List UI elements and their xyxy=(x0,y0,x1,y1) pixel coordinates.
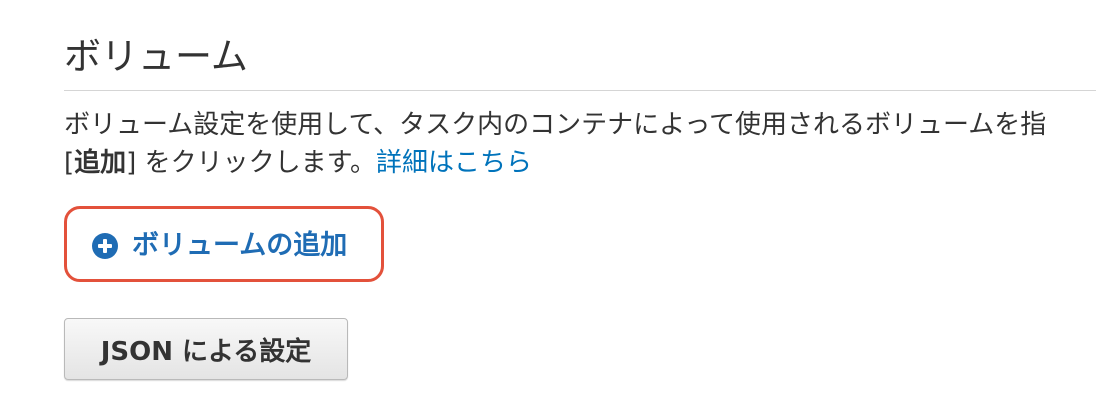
section-title: ボリューム xyxy=(64,35,248,78)
description-line-2: [追加] をクリックします。詳細はこちら xyxy=(64,144,1096,182)
section-divider xyxy=(64,90,1096,91)
bracket-open: [ xyxy=(64,148,75,178)
volume-settings-page: ボリューム ボリューム設定を使用して、タスク内のコンテナによって使用されるボリュ… xyxy=(0,0,1096,420)
configure-via-json-button[interactable]: JSON による設定 xyxy=(64,318,348,380)
description-line-1: ボリューム設定を使用して、タスク内のコンテナによって使用されるボリュームを指 xyxy=(64,110,1047,140)
bracket-close: ] xyxy=(126,148,137,178)
plus-circle-icon xyxy=(92,233,118,259)
add-volume-label: ボリュームの追加 xyxy=(132,230,348,261)
description-line-2-text: をクリックします。 xyxy=(136,148,376,178)
add-volume-button[interactable]: ボリュームの追加 xyxy=(92,226,347,266)
section-description: ボリューム設定を使用して、タスク内のコンテナによって使用されるボリュームを指 [… xyxy=(64,106,1096,182)
add-keyword: 追加 xyxy=(74,148,127,178)
learn-more-link[interactable]: 詳細はこちら xyxy=(376,148,532,178)
